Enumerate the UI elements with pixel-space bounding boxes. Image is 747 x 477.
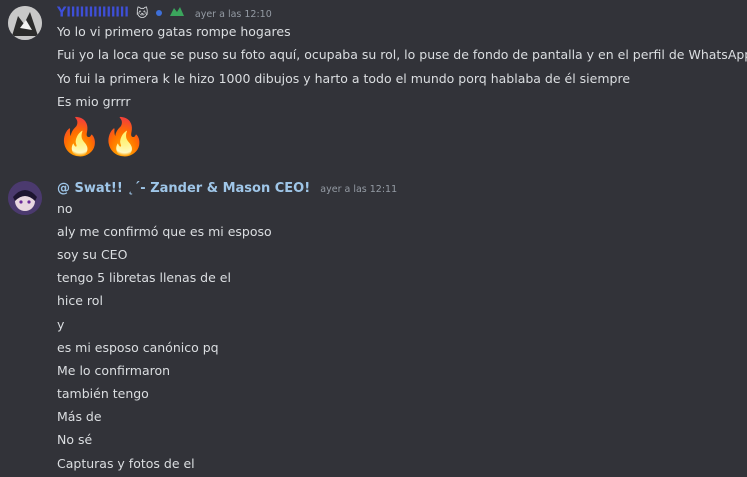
message-line: tengo 5 libretas llenas de el [57,270,231,285]
message-line: Yo fui la primera k le hizo 1000 dibujos… [57,71,631,86]
cat-emoji-icon: 🐱 [135,6,149,20]
avatar[interactable] [8,181,42,215]
wolf-avatar-icon [8,6,42,40]
message-line: Me lo confirmaron [57,363,171,378]
fire-emoji-row: 🔥🔥 [57,116,147,160]
blue-dot-icon [155,10,162,16]
message-header: @ Swat!! ˛ˊ- Zander & Mason CEO! ayer a … [57,181,397,196]
character-avatar-icon [8,181,42,215]
timestamp: ayer a las 12:10 [194,8,272,20]
fire-emoji-icon: 🔥 [57,117,102,158]
message-line: Es mio grrrr [57,94,131,109]
message-line: Capturas y fotos de el [57,456,195,471]
avatar[interactable] [8,6,42,40]
message-line: es mi esposo canónico pq [57,340,219,355]
message-line: soy su CEO [57,247,128,262]
timestamp: ayer a las 12:11 [320,184,398,195]
message-line: hice rol [57,293,103,308]
username[interactable]: @ Swat!! ˛ˊ- Zander & Mason CEO! [57,181,310,196]
message-line: no [57,201,73,216]
message-header: Yllllllllllllll 🐱 ayer a las 12:10 [57,5,272,21]
message-line: y [57,317,65,332]
message-line: Más de [57,409,102,424]
message-line: No sé [57,432,93,447]
message-line: aly me confirmó que es mi esposo [57,224,272,239]
message-line: Yo lo vi primero gatas rompe hogares [57,24,291,39]
green-tag-icon [169,5,185,21]
message-line: también tengo [57,386,149,401]
message-line: Fui yo la loca que se puso su foto aquí,… [57,47,747,62]
username[interactable]: Yllllllllllllll [57,6,129,21]
fire-emoji-icon: 🔥 [101,117,147,158]
